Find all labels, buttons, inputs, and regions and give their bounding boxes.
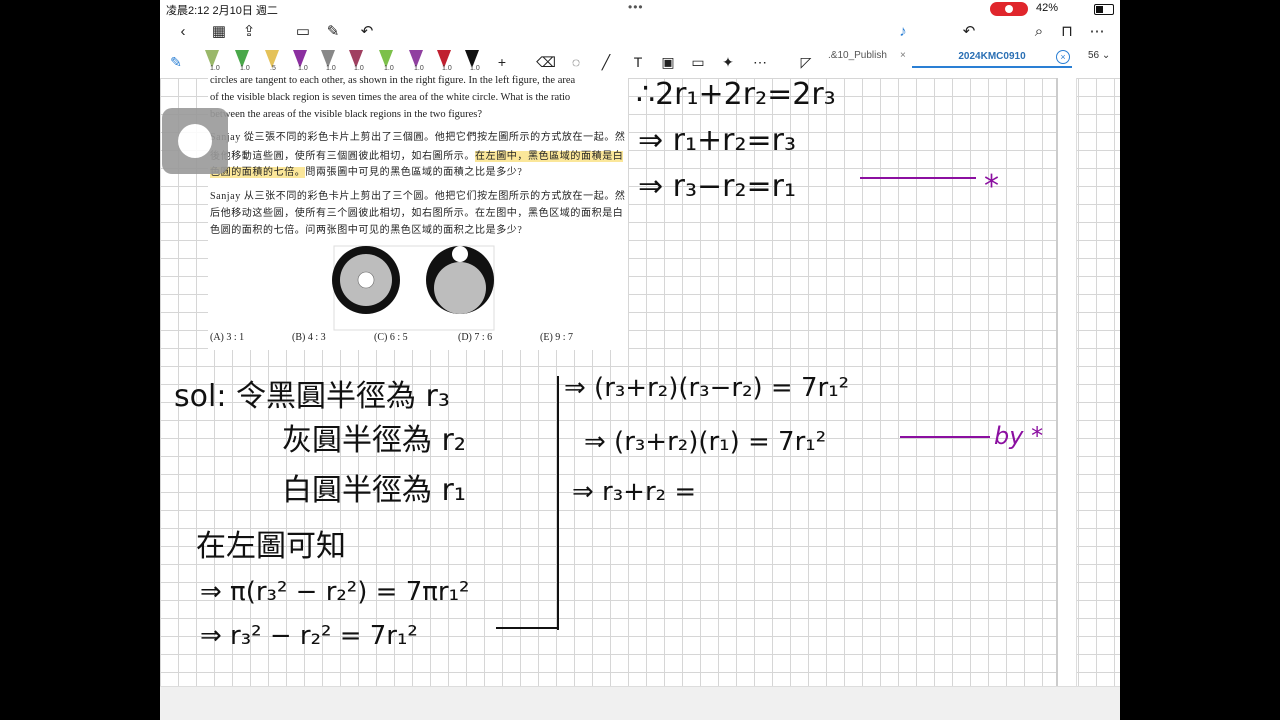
- screen-recording-icon[interactable]: [990, 2, 1028, 16]
- tablet-icon[interactable]: ▭: [292, 21, 314, 43]
- problem-en-line-2: of the visible black region is seven tim…: [210, 92, 571, 103]
- search-icon[interactable]: ⌕: [1028, 21, 1050, 43]
- problem-zh-trad-2: 後他移動這些圓，使所有三個圓彼此相切，如右圖所示。在左圖中，黑色區域的面積是白: [210, 148, 628, 165]
- nav-bar: ‹ ▦ ⇪ ▭ ✎ ↶ ♪ ↶ ⌕ ⊓ ⋯: [160, 18, 1120, 46]
- problem-zh-trad-3: 色圓的面積的七倍。問兩張圖中可見的黑色區域的面積之比是多少?: [210, 164, 628, 181]
- right-white-circle: [452, 246, 468, 262]
- choice-e: (E) 9 : 7: [540, 332, 574, 343]
- undo-icon-right[interactable]: ↶: [958, 21, 980, 43]
- status-bar: 凌晨2:12 2月10日 週二 ••• 42%: [160, 0, 1120, 18]
- image-icon[interactable]: ▣: [658, 52, 678, 72]
- problem-excerpt: circles are tangent to each other, as sh…: [208, 75, 628, 350]
- tab-kmc-close-icon[interactable]: ×: [1056, 50, 1070, 64]
- comment-icon[interactable]: ▭: [688, 52, 708, 72]
- battery-percent: 42%: [1036, 2, 1059, 14]
- problem-zh-simp-3: 色圆的面积的七倍。问两张图中可见的黑色区域的面积之比是多少?: [210, 225, 523, 236]
- problem-zh-simp-2: 后他移动这些圆，使所有三个圆彼此相切，如右图所示。在左图中，黑色区域的面积是白: [210, 208, 624, 219]
- left-white-circle: [357, 271, 375, 289]
- problem-zh-trad-1: Sanjay 從三張不同的彩色卡片上剪出了三個圓。他把它們按左圖所示的方式放在一…: [210, 132, 626, 143]
- problem-zh-trad-2a: 後他移動這些圓，使所有三個圓彼此相切，如右圖所示。: [210, 151, 475, 162]
- more-icon[interactable]: ⋯: [1086, 21, 1108, 43]
- tab-publish-close-icon[interactable]: ×: [900, 50, 906, 61]
- choice-a: (A) 3 : 1: [210, 332, 245, 343]
- battery-icon: [1094, 4, 1114, 15]
- tab-publish[interactable]: .&10_Publish: [828, 50, 902, 61]
- edit-doc-icon[interactable]: ✎: [322, 21, 344, 43]
- problem-zh-simp-1: Sanjay 从三张不同的彩色卡片上剪出了三个圆。他把它们按左图所示的方式放在一…: [210, 191, 626, 202]
- back-icon[interactable]: ‹: [172, 21, 194, 43]
- problem-en-line-1: circles are tangent to each other, as sh…: [210, 75, 576, 86]
- undo-icon[interactable]: ↶: [356, 21, 378, 43]
- more-tools-icon[interactable]: ⋯: [750, 52, 770, 72]
- bottom-bar: [160, 686, 1120, 720]
- pen-mode-icon[interactable]: ✎: [166, 52, 186, 72]
- multitask-dots-icon[interactable]: •••: [628, 0, 644, 14]
- choice-c: (C) 6 : 5: [374, 332, 408, 343]
- line-icon[interactable]: ╱: [596, 52, 616, 72]
- circles-figure: [332, 245, 495, 331]
- problem-en-line-3: between the areas of the visible black r…: [210, 109, 483, 120]
- share-icon[interactable]: ⇪: [238, 21, 260, 43]
- text-icon[interactable]: T: [628, 52, 648, 72]
- lasso-icon[interactable]: ◌: [566, 52, 586, 72]
- highlight-trad-2b: 在左圖中，黑色區域的面積是白: [475, 151, 624, 162]
- bookmark-icon[interactable]: ⊓: [1056, 21, 1078, 43]
- ipad-screen: 凌晨2:12 2月10日 週二 ••• 42% ‹ ▦ ⇪ ▭ ✎ ↶ ♪ ↶ …: [160, 0, 1120, 720]
- status-time-date: 凌晨2:12 2月10日 週二: [166, 5, 278, 17]
- right-gray-circle: [434, 262, 486, 314]
- microphone-icon[interactable]: ♪: [892, 21, 914, 43]
- assistive-touch-button[interactable]: [162, 108, 228, 174]
- grid-icon[interactable]: ▦: [208, 21, 230, 43]
- page-count-dropdown[interactable]: 56 ⌄: [1088, 50, 1110, 61]
- laser-pointer-icon[interactable]: ✦: [718, 52, 738, 72]
- eraser-icon[interactable]: ⌫: [536, 52, 556, 72]
- page-count-value: 56: [1088, 50, 1100, 61]
- tab-kmc[interactable]: 2024KMC0910: [912, 48, 1072, 68]
- problem-zh-trad-3b: 問兩張圖中可見的黑色區域的面積之比是多少?: [305, 167, 523, 178]
- add-pen-icon[interactable]: +: [492, 52, 512, 72]
- page-curl-icon[interactable]: ◸: [796, 52, 816, 72]
- document-tabs: .&10_Publish × 2024KMC0910 × 56 ⌄: [828, 48, 1120, 68]
- choice-d: (D) 7 : 6: [458, 332, 493, 343]
- choice-b: (B) 4 : 3: [292, 332, 326, 343]
- page-divider: [1056, 78, 1077, 686]
